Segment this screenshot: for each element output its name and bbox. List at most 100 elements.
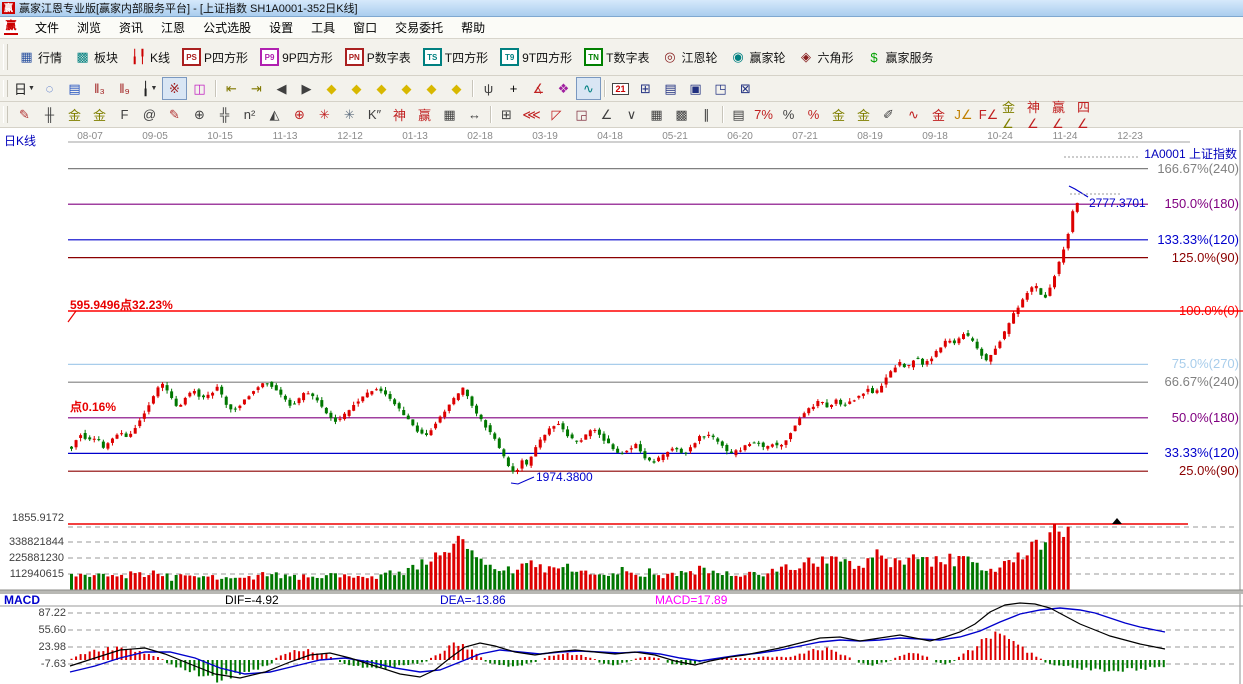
square-grid-button[interactable]: ▦	[644, 103, 669, 126]
market-quotes-button[interactable]: ▦行情	[12, 46, 68, 69]
spiral-tool-button[interactable]: @	[137, 103, 162, 126]
gann-circle-button[interactable]: ⊕	[187, 103, 212, 126]
toolbar-grip[interactable]	[3, 106, 8, 124]
menu-item-9[interactable]: 帮助	[452, 17, 494, 38]
gold-level-lines-button[interactable]: 金	[851, 103, 876, 126]
candle-pen-button[interactable]: ✐	[876, 103, 901, 126]
shen-tool-button[interactable]: 神	[387, 103, 412, 126]
menu-item-7[interactable]: 窗口	[344, 17, 386, 38]
percent-7-button[interactable]: 7%	[751, 103, 776, 126]
ying-angle-button[interactable]: 赢∠	[1051, 103, 1076, 126]
title-bar[interactable]: 赢 赢家江恩专业版[赢家内部服务平台] - [上证指数 SH1A0001-352…	[0, 0, 1243, 17]
n-square-button[interactable]: n²	[237, 103, 262, 126]
candle-style-button[interactable]: ╽▼	[137, 77, 162, 100]
gann-grid-button[interactable]: ╬	[212, 103, 237, 126]
mini-chart-3-button[interactable]: ǁ₃	[87, 77, 112, 100]
menu-item-6[interactable]: 工具	[302, 17, 344, 38]
percent-lines-button[interactable]: %	[801, 103, 826, 126]
crosshair-tool-button[interactable]: +	[501, 77, 526, 100]
j-angle-button[interactable]: J∠	[951, 103, 976, 126]
toolbar-grip[interactable]	[3, 80, 8, 98]
v-lines-button[interactable]: ∨	[619, 103, 644, 126]
macd-panel-label[interactable]: MACD	[4, 593, 40, 607]
zoom-area-button[interactable]: ◌	[37, 77, 62, 100]
period-day-button[interactable]: 日▼	[12, 77, 37, 100]
t-number-table-button[interactable]: TNT数字表	[578, 45, 655, 69]
pattern-mode-button[interactable]: ※	[162, 77, 187, 100]
notes-button[interactable]: ▤	[658, 77, 683, 100]
winner-wheel-button[interactable]: ◉赢家轮	[723, 46, 791, 69]
hexagon-button[interactable]: ◈六角形	[792, 46, 860, 69]
ray-fan-button[interactable]: ⋘	[519, 103, 544, 126]
draw-pen-2-button[interactable]: ✎	[162, 103, 187, 126]
chart-area[interactable]: 08-0709-0510-1511-1312-1201-1302-1803-19…	[0, 128, 1243, 684]
gann-diamond-all-button[interactable]: ◆	[444, 77, 469, 100]
square-grid-2-button[interactable]: ▩	[669, 103, 694, 126]
draw-pen-button[interactable]: ✎	[12, 103, 37, 126]
stat-table-button[interactable]: ▤	[726, 103, 751, 126]
service-delivery-button[interactable]: ⊠	[733, 77, 758, 100]
shen-angle-button[interactable]: 神∠	[1026, 103, 1051, 126]
color-volume-button[interactable]: ◫	[187, 77, 212, 100]
menu-item-8[interactable]: 交易委托	[386, 17, 452, 38]
page-next-button[interactable]: ▶	[294, 77, 319, 100]
gold-ratio-bands-button[interactable]: 金	[87, 103, 112, 126]
grid-ruler-button[interactable]: ╫	[37, 103, 62, 126]
angle-ruler-button[interactable]: ◭	[262, 103, 287, 126]
chart-plot-svg[interactable]	[0, 128, 1243, 684]
percent-button[interactable]: %	[776, 103, 801, 126]
radial-box-button[interactable]: ◲	[569, 103, 594, 126]
winner-service-button[interactable]: $赢家服务	[860, 46, 940, 69]
jump-last-button[interactable]: ⇥	[244, 77, 269, 100]
horizontal-span-button[interactable]: ↔	[462, 103, 487, 126]
gold-red-lines-button[interactable]: 金	[926, 103, 951, 126]
gann-wheel-button[interactable]: ◎江恩轮	[655, 46, 723, 69]
wave-marker-button[interactable]: ∿	[901, 103, 926, 126]
box-measure-button[interactable]: ⊞	[494, 103, 519, 126]
info-panel-button[interactable]: ▤	[62, 77, 87, 100]
menu-item-4[interactable]: 公式选股	[194, 17, 260, 38]
t-square-button[interactable]: TST四方形	[417, 45, 494, 69]
save-as-button[interactable]: ◳	[708, 77, 733, 100]
menu-item-1[interactable]: 浏览	[68, 17, 110, 38]
gann-diamond-center-button[interactable]: ◆	[419, 77, 444, 100]
menu-item-2[interactable]: 资讯	[110, 17, 152, 38]
gann-diamond-next-button[interactable]: ◆	[344, 77, 369, 100]
toolbar-grip[interactable]	[3, 44, 8, 69]
menu-item-3[interactable]: 江恩	[152, 17, 194, 38]
mini-chart-9-button[interactable]: ǁ₉	[112, 77, 137, 100]
kline-chart-button[interactable]: ╽╿K线	[124, 46, 176, 69]
angle-line-button[interactable]: ∠	[594, 103, 619, 126]
f-angle-button[interactable]: F∠	[976, 103, 1001, 126]
k-quote-button[interactable]: K″	[362, 103, 387, 126]
gold-circle-button[interactable]: 金	[826, 103, 851, 126]
gold-ratio-lines-button[interactable]: 金	[62, 103, 87, 126]
fibonacci-lines-button[interactable]: F	[112, 103, 137, 126]
gann-diamond-compress-button[interactable]: ◆	[394, 77, 419, 100]
p-square-button[interactable]: PSP四方形	[176, 45, 254, 69]
calculator-button[interactable]: ⊞	[633, 77, 658, 100]
gann-diamond-expand-button[interactable]: ◆	[369, 77, 394, 100]
measure-tool-button[interactable]: ∡	[526, 77, 551, 100]
gann-shape-tool-button[interactable]: ❖	[551, 77, 576, 100]
save-button[interactable]: ▣	[683, 77, 708, 100]
box-fan-button[interactable]: ◸	[544, 103, 569, 126]
page-prev-button[interactable]: ◀	[269, 77, 294, 100]
menu-item-0[interactable]: 文件	[26, 17, 68, 38]
radial-rays-button[interactable]: ✳	[312, 103, 337, 126]
gann-diamond-prev-button[interactable]: ◆	[319, 77, 344, 100]
gold-angle-button[interactable]: 金∠	[1001, 103, 1026, 126]
p9-square-button[interactable]: P99P四方形	[254, 45, 339, 69]
si-angle-button[interactable]: 四∠	[1076, 103, 1101, 126]
p-number-table-button[interactable]: PNP数字表	[339, 45, 417, 69]
ying-tool-button[interactable]: 赢	[412, 103, 437, 126]
crosshair-target-button[interactable]: ⊕	[287, 103, 312, 126]
calendar-button[interactable]: 21	[608, 77, 633, 100]
t9-square-button[interactable]: T99T四方形	[494, 45, 578, 69]
price-grid-123-button[interactable]: ▦	[437, 103, 462, 126]
menu-item-5[interactable]: 设置	[260, 17, 302, 38]
parallel-lines-button[interactable]: ∥	[694, 103, 719, 126]
radial-grid-button[interactable]: ✳	[337, 103, 362, 126]
jump-first-button[interactable]: ⇤	[219, 77, 244, 100]
wave-tool-button[interactable]: ∿	[576, 77, 601, 100]
